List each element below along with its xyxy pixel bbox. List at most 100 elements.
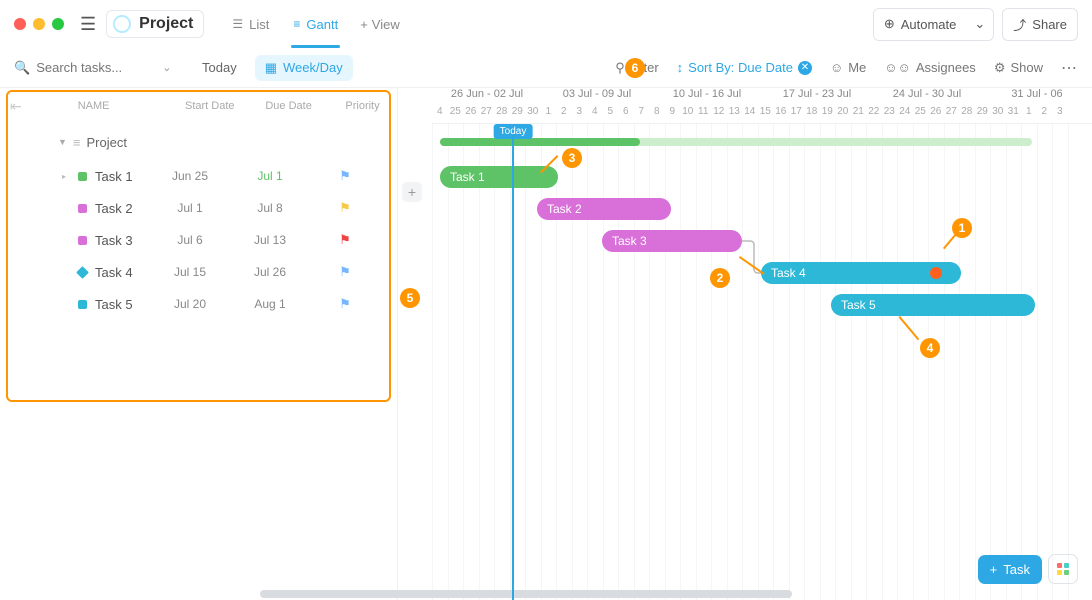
day-label: 30 <box>525 106 541 123</box>
add-view-button[interactable]: + View <box>350 9 410 40</box>
day-label: 5 <box>603 106 619 123</box>
add-column-button[interactable]: + <box>402 182 422 202</box>
day-label: 4 <box>587 106 603 123</box>
start-date[interactable]: Jul 20 <box>150 297 230 311</box>
chevron-down-icon[interactable]: ⌄ <box>162 61 171 74</box>
task-row[interactable]: Task 4Jul 15Jul 26⚑ <box>0 256 397 288</box>
project-selector[interactable]: Project <box>106 10 204 38</box>
show-label: Show <box>1010 60 1043 75</box>
more-menu[interactable]: ⋯ <box>1061 58 1078 78</box>
robot-icon: ⊕ <box>884 16 895 32</box>
status-icon[interactable] <box>78 236 87 245</box>
horizontal-scrollbar[interactable] <box>260 590 792 598</box>
gantt-bar[interactable]: Task 1 <box>440 166 558 188</box>
due-date[interactable]: Jul 8 <box>230 201 310 215</box>
start-date[interactable]: Jun 25 <box>150 169 230 183</box>
due-date[interactable]: Aug 1 <box>230 297 310 311</box>
apps-icon <box>1057 563 1069 575</box>
week-label: 17 Jul - 23 Jul <box>762 88 872 106</box>
day-label: 30 <box>990 106 1006 123</box>
priority-cell[interactable]: ⚑ <box>310 264 380 280</box>
automate-dropdown[interactable]: ⌄ <box>966 9 993 40</box>
sort-button[interactable]: ↕ Sort By: Due Date ✕ <box>677 60 812 75</box>
minimize-window-icon[interactable] <box>33 18 45 30</box>
col-start[interactable]: Start Date <box>170 100 249 112</box>
day-label: 10 <box>680 106 696 123</box>
tab-list[interactable]: ☰ List <box>220 7 281 42</box>
automate-button[interactable]: ⊕ Automate <box>874 9 967 40</box>
priority-cell[interactable]: ⚑ <box>310 296 380 312</box>
day-label: 6 <box>618 106 634 123</box>
start-date[interactable]: Jul 6 <box>150 233 230 247</box>
task-name: Task 1 <box>95 169 133 184</box>
gantt-body[interactable]: Today Task 1Task 2Task 3Task 4Task 5 <box>432 124 1092 600</box>
col-priority[interactable]: Priority <box>328 100 397 112</box>
due-date[interactable]: Jul 26 <box>230 265 310 279</box>
show-button[interactable]: ⚙ Show <box>994 60 1043 76</box>
day-label: 14 <box>742 106 758 123</box>
status-icon[interactable] <box>78 172 87 181</box>
day-label: 15 <box>758 106 774 123</box>
filter-icon: ⚲ <box>615 60 625 76</box>
task-row[interactable]: ▸ Task 1 Jun 25Jul 1⚑ <box>0 160 397 192</box>
gantt-bar[interactable]: Task 2 <box>537 198 671 220</box>
due-date[interactable]: Jul 1 <box>230 169 310 183</box>
day-label: 8 <box>649 106 665 123</box>
calendar-icon: ▦ <box>265 60 277 76</box>
due-date[interactable]: Jul 13 <box>230 233 310 247</box>
timescale-label: Week/Day <box>283 60 343 75</box>
today-label: Today <box>494 124 533 139</box>
timescale-selector[interactable]: ▦ Week/Day <box>255 55 353 81</box>
day-label: 4 <box>432 106 448 123</box>
col-name[interactable]: NAME <box>22 100 171 112</box>
milestone-marker[interactable] <box>930 267 942 279</box>
tab-gantt[interactable]: ≡ Gantt <box>281 7 350 42</box>
share-button[interactable]: ⤴ Share <box>1002 8 1078 41</box>
priority-cell[interactable]: ⚑ <box>310 232 380 248</box>
day-label: 7 <box>634 106 650 123</box>
share-icon: ⤴ <box>1013 15 1026 34</box>
task-row[interactable]: Task 2Jul 1Jul 8⚑ <box>0 192 397 224</box>
search-box[interactable]: 🔍 ⌄ <box>14 60 184 76</box>
new-task-button[interactable]: + Task <box>978 555 1042 584</box>
list-icon: ≡ <box>73 135 81 150</box>
caret-down-icon: ▼ <box>58 137 67 147</box>
menu-icon[interactable]: ☰ <box>76 10 100 39</box>
assignees-label: Assignees <box>916 60 976 75</box>
apps-button[interactable] <box>1048 554 1078 584</box>
start-date[interactable]: Jul 15 <box>150 265 230 279</box>
day-label: 29 <box>510 106 526 123</box>
day-label: 3 <box>572 106 588 123</box>
clear-sort-icon[interactable]: ✕ <box>798 61 812 75</box>
day-label: 19 <box>820 106 836 123</box>
task-row[interactable]: Task 5Jul 20Aug 1⚑ <box>0 288 397 320</box>
status-icon[interactable] <box>78 300 87 309</box>
person-icon: ☺ <box>830 60 843 75</box>
search-input[interactable] <box>36 60 156 75</box>
col-due[interactable]: Due Date <box>249 100 328 112</box>
task-name-cell: Task 5 <box>0 297 150 312</box>
collapse-icon[interactable]: ⇤ <box>10 98 22 115</box>
control-bar: 🔍 ⌄ Today ▦ Week/Day ⚲ Filter ↕ Sort By:… <box>0 48 1092 88</box>
priority-cell[interactable]: ⚑ <box>310 168 380 184</box>
maximize-window-icon[interactable] <box>52 18 64 30</box>
project-color-icon <box>113 15 131 33</box>
task-row[interactable]: Task 3Jul 6Jul 13⚑ <box>0 224 397 256</box>
start-date[interactable]: Jul 1 <box>150 201 230 215</box>
status-icon[interactable] <box>78 204 87 213</box>
week-header: 26 Jun - 02 Jul03 Jul - 09 Jul10 Jul - 1… <box>432 88 1092 106</box>
close-window-icon[interactable] <box>14 18 26 30</box>
priority-cell[interactable]: ⚑ <box>310 200 380 216</box>
caret-right-icon[interactable]: ▸ <box>62 172 70 181</box>
group-row[interactable]: ▼ ≡ Project <box>0 124 397 160</box>
sort-label: Sort By: Due Date <box>688 60 793 75</box>
callout-1: 1 <box>952 218 972 238</box>
tab-label: Gantt <box>306 17 338 32</box>
day-label: 13 <box>727 106 743 123</box>
assignees-button[interactable]: ☺☺ Assignees <box>884 60 976 75</box>
today-button[interactable]: Today <box>194 56 245 79</box>
gantt-bar[interactable]: Task 3 <box>602 230 742 252</box>
gantt-bar[interactable]: Task 5 <box>831 294 1035 316</box>
me-button[interactable]: ☺ Me <box>830 60 866 75</box>
status-icon[interactable] <box>76 266 89 279</box>
